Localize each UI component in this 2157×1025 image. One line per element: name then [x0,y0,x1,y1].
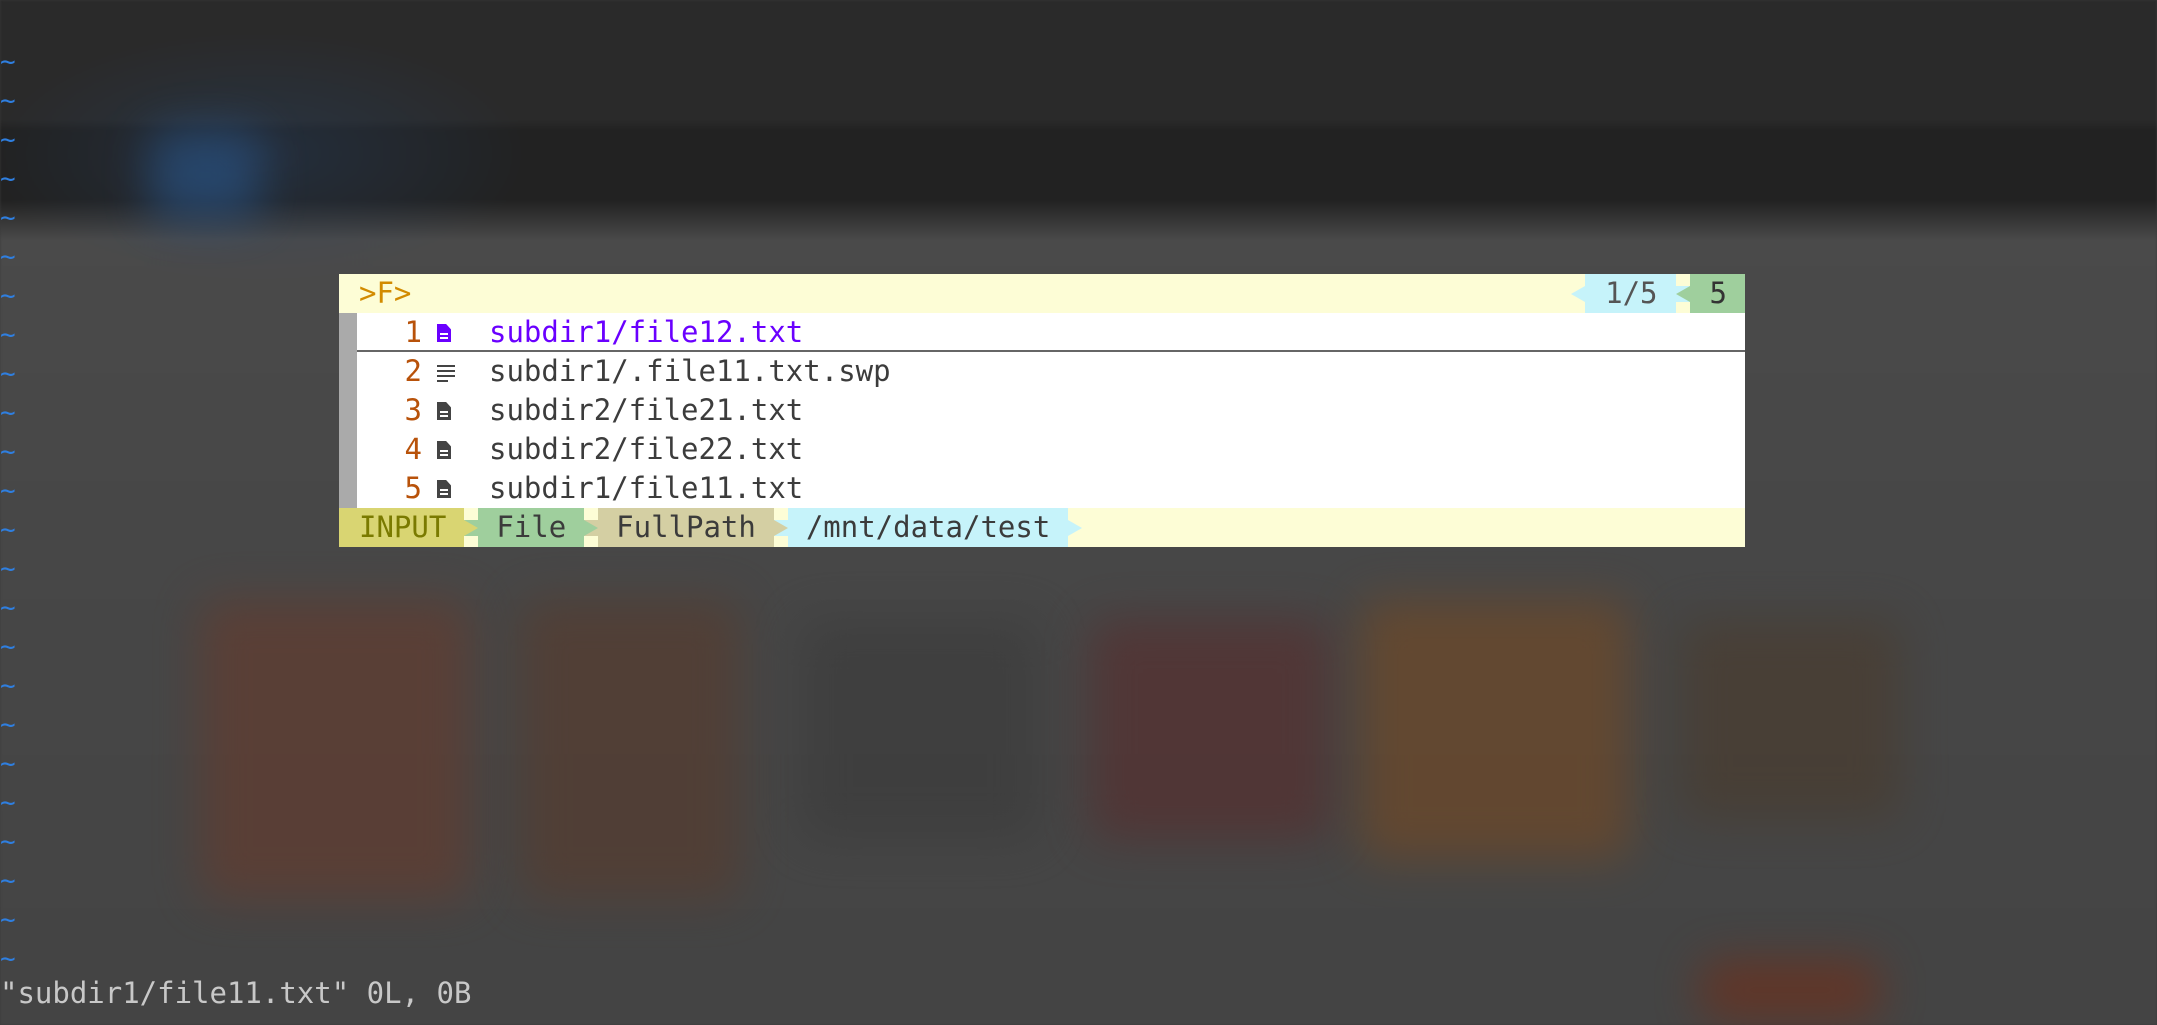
empty-line-tilde: ~ [0,827,16,857]
item-number: 5 [404,471,422,505]
empty-line-tilde: ~ [0,125,16,155]
item-path: subdir2/file22.txt [489,432,804,466]
category-label[interactable]: File [478,508,585,547]
separator-arrow-icon [464,520,479,536]
item-number: 1 [404,315,422,349]
separator-arrow-icon [1675,286,1690,302]
list-gutter [339,313,357,508]
list-item[interactable]: 3 subdir2/file21.txt [357,391,1745,430]
prompt-bar: >F> 1/5 5 [339,274,1745,313]
separator-arrow-icon [584,520,599,536]
separator-arrow-icon [773,520,788,536]
empty-line-tilde: ~ [0,359,16,389]
command-line-message: "subdir1/file11.txt" 0L, 0B [0,976,472,1010]
picker-statusline: INPUT File FullPath /mnt/data/test [339,508,1745,547]
empty-line-tilde: ~ [0,788,16,818]
result-list[interactable]: 1 subdir1/file12.txt 2 subdir1/.file11.t… [339,313,1745,508]
document-icon [437,441,453,459]
empty-line-tilde: ~ [0,515,16,545]
matcher-mode[interactable]: FullPath [598,508,774,547]
empty-line-tilde: ~ [0,593,16,623]
list-item[interactable]: 1 subdir1/file12.txt [357,313,1745,352]
empty-line-tilde: ~ [0,476,16,506]
empty-line-tilde: ~ [0,671,16,701]
empty-line-tilde: ~ [0,320,16,350]
item-number: 4 [404,432,422,466]
empty-line-tilde-column: ~ ~ ~ ~ ~ ~ ~ ~ ~ ~ ~ ~ ~ ~ ~ ~ ~ ~ ~ ~ ~ ~ ~ ~ [0,43,20,979]
working-directory: /mnt/data/test [787,508,1069,547]
empty-line-tilde: ~ [0,281,16,311]
match-counter: 1/5 5 [1571,274,1745,313]
empty-line-tilde: ~ [0,242,16,272]
empty-line-tilde: ~ [0,164,16,194]
empty-line-tilde: ~ [0,398,16,428]
empty-line-tilde: ~ [0,905,16,935]
empty-line-tilde: ~ [0,749,16,779]
document-icon [437,480,453,498]
empty-line-tilde: ~ [0,47,16,77]
text-lines-icon [437,363,455,382]
list-item[interactable]: 5 subdir1/file11.txt [357,469,1745,508]
mode-indicator: INPUT [339,508,465,547]
selection-counter: 1/5 [1585,274,1676,313]
empty-line-tilde: ~ [0,203,16,233]
item-number: 3 [404,393,422,427]
empty-line-tilde: ~ [0,437,16,467]
document-icon [437,402,453,420]
empty-line-tilde: ~ [0,86,16,116]
item-path: subdir1/file12.txt [489,315,804,349]
prompt-indicator[interactable]: >F> [359,274,411,313]
empty-line-tilde: ~ [0,866,16,896]
item-path: subdir1/.file11.txt.swp [489,354,891,388]
separator-arrow-icon [1571,286,1586,302]
document-icon [437,324,453,342]
total-count: 5 [1689,274,1745,313]
empty-line-tilde: ~ [0,632,16,662]
empty-line-tilde: ~ [0,710,16,740]
list-item[interactable]: 4 subdir2/file22.txt [357,430,1745,469]
empty-line-tilde: ~ [0,554,16,584]
item-number: 2 [404,354,422,388]
fuzzy-finder-popup[interactable]: >F> 1/5 5 1 subdir1/file12.txt 2 subdir1… [339,274,1745,547]
list-item[interactable]: 2 subdir1/.file11.txt.swp [357,352,1745,391]
item-path: subdir1/file11.txt [489,471,804,505]
item-path: subdir2/file21.txt [489,393,804,427]
separator-arrow-icon [1068,520,1083,536]
